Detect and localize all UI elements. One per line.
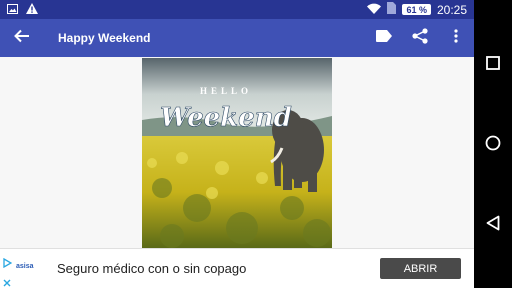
toolbar-actions xyxy=(366,19,474,57)
more-vert-icon xyxy=(454,28,458,48)
wifi-icon xyxy=(367,3,382,17)
arrow-back-icon xyxy=(14,29,30,48)
recents-button[interactable] xyxy=(474,46,512,84)
image-notification-icon xyxy=(7,1,18,19)
share-button[interactable] xyxy=(402,19,438,57)
page-title: Happy Weekend xyxy=(58,31,151,45)
sim-icon xyxy=(387,2,397,17)
close-icon[interactable] xyxy=(2,275,12,288)
weekend-image[interactable]: HELLO Weekend xyxy=(142,58,332,248)
battery-indicator: 61 % xyxy=(402,4,431,15)
ad-text[interactable]: Seguro médico con o sin copago xyxy=(57,261,246,276)
system-nav-bar xyxy=(474,0,512,288)
label-button[interactable] xyxy=(366,19,402,57)
home-button[interactable] xyxy=(474,126,512,164)
ad-icons xyxy=(2,255,13,288)
back-nav-button[interactable] xyxy=(474,206,512,244)
label-icon xyxy=(376,29,392,47)
app-screen: 61 % 20:25 Happy Weekend HELLO Weekend a… xyxy=(0,0,474,288)
ad-banner[interactable]: asisa Seguro médico con o sin copago ABR… xyxy=(0,248,474,288)
home-icon xyxy=(485,135,501,156)
warning-icon xyxy=(26,1,38,19)
more-options-button[interactable] xyxy=(438,19,474,57)
status-left xyxy=(0,1,38,19)
status-right: 61 % 20:25 xyxy=(367,2,474,17)
nav-back-icon xyxy=(486,215,500,236)
share-icon xyxy=(412,27,428,49)
clock: 20:25 xyxy=(436,2,467,17)
app-bar: Happy Weekend xyxy=(0,19,474,57)
back-button[interactable] xyxy=(0,19,44,57)
weekend-text: Weekend xyxy=(160,103,292,133)
hello-text: HELLO xyxy=(200,86,252,96)
recents-icon xyxy=(486,55,500,75)
ad-open-button[interactable]: ABRIR xyxy=(380,258,461,279)
content-area: HELLO Weekend xyxy=(0,57,474,248)
ad-brand-logo: asisa xyxy=(16,263,34,270)
ad-choices-icon[interactable] xyxy=(2,255,13,273)
status-bar: 61 % 20:25 xyxy=(0,0,474,19)
